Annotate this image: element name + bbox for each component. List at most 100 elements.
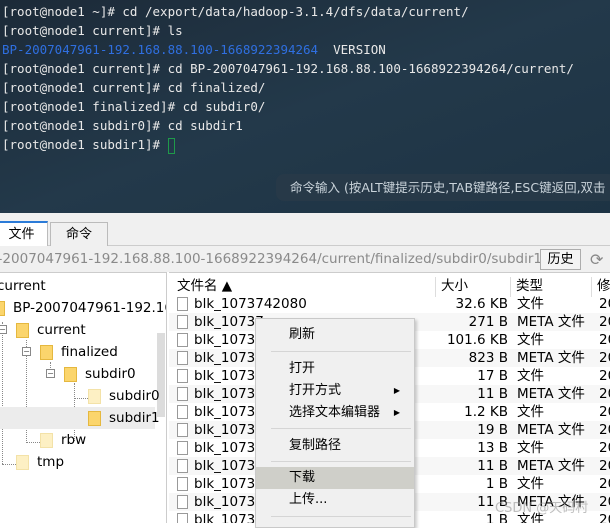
file-size: 17 B <box>477 368 508 384</box>
file-icon <box>177 459 188 473</box>
file-size: 823 B <box>468 350 508 366</box>
menu-open[interactable]: 打开 <box>256 358 414 380</box>
file-icon <box>177 315 188 329</box>
menu-download[interactable]: 下载 <box>256 467 414 489</box>
file-icon <box>177 513 188 523</box>
tab-files[interactable]: 文件 <box>0 221 48 247</box>
file-modified: 20 <box>599 476 610 492</box>
terminal-line: BP-2007047961-192.168.88.100-16689223942… <box>2 40 386 59</box>
file-size: 13 B <box>477 440 508 456</box>
cursor <box>167 137 175 154</box>
file-name: blk_10737 <box>194 476 264 492</box>
menu-choose-editor[interactable]: 选择文本编辑器 ▶ <box>256 402 414 424</box>
file-name: blk_10737 <box>194 332 264 348</box>
tree-item[interactable]: rbw <box>40 429 86 451</box>
tree-item[interactable]: current <box>16 319 86 341</box>
file-icon <box>177 369 188 383</box>
menu-upload[interactable]: 上传... <box>256 489 414 511</box>
file-icon <box>177 495 188 509</box>
ls-file: VERSION <box>318 42 386 57</box>
tree-item[interactable]: subdir0 <box>88 385 160 407</box>
file-size: 11 B <box>477 386 508 402</box>
file-icon <box>177 405 188 419</box>
file-modified: 20 <box>599 350 610 366</box>
file-size: 32.6 KB <box>455 296 508 312</box>
folder-tree[interactable]: current BP-2007047961-192.168.88.100-166… <box>0 272 167 523</box>
file-name: blk_10737 <box>194 440 264 456</box>
file-name: blk_10737 <box>194 404 264 420</box>
menu-copy-path[interactable]: 复制路径 <box>256 435 414 457</box>
folder-icon <box>16 454 29 470</box>
context-menu: 刷新 打开 打开方式 ▶ 选择文本编辑器 ▶ 复制路径 下载 上传... <box>255 318 415 528</box>
path-bar: /export/data/hadoop-3.1.4/dfs/data/curre… <box>0 246 610 272</box>
file-type: 文件 <box>517 296 544 312</box>
command-input-hint[interactable]: 命令输入 (按ALT键提示历史,TAB键路径,ESC键返回,双击 <box>276 174 610 201</box>
tab-commands[interactable]: 命令 <box>50 222 108 247</box>
tree-item[interactable]: current <box>0 275 46 297</box>
file-modified: 20 <box>599 404 610 420</box>
file-type: 文件 <box>517 404 544 420</box>
terminal-line: [root@node1 ~]# cd /export/data/hadoop-3… <box>2 4 469 19</box>
tree-item[interactable]: finalized <box>40 341 118 363</box>
file-modified: 20 <box>599 440 610 456</box>
file-type: META 文件 <box>517 314 585 330</box>
terminal-line: [root@node1 finalized]# cd subdir0/ <box>2 99 266 114</box>
tree-item-selected[interactable]: subdir1 <box>88 407 160 429</box>
file-type: META 文件 <box>517 422 585 438</box>
folder-icon <box>16 322 29 338</box>
ls-dir: BP-2007047961-192.168.88.100-16689223942… <box>2 42 319 57</box>
file-type: META 文件 <box>517 386 585 402</box>
file-name: blk_10737 <box>194 512 264 523</box>
menu-open-with[interactable]: 打开方式 ▶ <box>256 380 414 402</box>
file-size: 101.6 KB <box>446 332 508 348</box>
terminal-line: [root@node1 subdir0]# cd subdir1 <box>2 118 243 133</box>
file-modified: 20 <box>599 512 610 523</box>
file-name: blk_1073742080 <box>194 296 307 312</box>
file-size: 11 B <box>477 458 508 474</box>
file-icon <box>177 333 188 347</box>
column-modified[interactable]: 修 <box>597 276 610 296</box>
folder-icon <box>64 366 77 382</box>
folder-icon <box>40 344 53 360</box>
terminal-line: [root@node1 current]# cd BP-2007047961-1… <box>2 61 574 76</box>
file-icon <box>177 297 188 311</box>
file-name: blk_10737 <box>194 494 264 510</box>
column-name[interactable]: 文件名 ▲ <box>177 276 232 296</box>
file-type: 文件 <box>517 476 544 492</box>
terminal[interactable]: [root@node1 ~]# cd /export/data/hadoop-3… <box>0 0 610 213</box>
watermark: CSDN @天码村 <box>495 501 589 516</box>
tree-item[interactable]: subdir0 <box>64 363 136 385</box>
refresh-icon[interactable]: ⟳ <box>590 250 603 269</box>
file-name: blk_10737 <box>194 386 264 402</box>
file-name: blk_10737 <box>194 422 264 438</box>
file-type: META 文件 <box>517 350 585 366</box>
file-modified: 20 <box>599 422 610 438</box>
folder-icon <box>88 410 101 426</box>
file-modified: 20 <box>599 386 610 402</box>
file-type: 文件 <box>517 368 544 384</box>
file-name: blk_10737 <box>194 368 264 384</box>
path-input[interactable]: /export/data/hadoop-3.1.4/dfs/data/curre… <box>0 249 542 269</box>
file-modified: 20 <box>599 368 610 384</box>
file-type: 文件 <box>517 332 544 348</box>
terminal-prompt: [root@node1 subdir1]# <box>2 135 175 154</box>
file-icon <box>177 441 188 455</box>
file-row[interactable]: blk_1073742080 32.6 KB 文件 20 <box>169 295 610 313</box>
folder-icon <box>40 432 53 448</box>
column-type[interactable]: 类型 <box>516 276 543 296</box>
file-size: 1.2 KB <box>464 404 508 420</box>
tree-item[interactable]: tmp <box>16 451 64 473</box>
tab-bar: 文件 命令 <box>0 213 610 247</box>
file-modified: 20 <box>599 296 610 312</box>
terminal-line: [root@node1 current]# cd finalized/ <box>2 80 266 95</box>
submenu-arrow-icon: ▶ <box>393 408 400 417</box>
column-size[interactable]: 大小 <box>441 276 468 296</box>
file-type: 文件 <box>517 440 544 456</box>
file-size: 19 B <box>477 422 508 438</box>
history-button[interactable]: 历史 <box>540 249 581 270</box>
file-modified: 20 <box>599 458 610 474</box>
file-modified: 20 <box>599 332 610 348</box>
folder-icon <box>88 388 101 404</box>
menu-refresh[interactable]: 刷新 <box>256 324 414 346</box>
tree-item[interactable]: BP-2007047961-192.168.88.100-16689223942… <box>0 297 166 319</box>
